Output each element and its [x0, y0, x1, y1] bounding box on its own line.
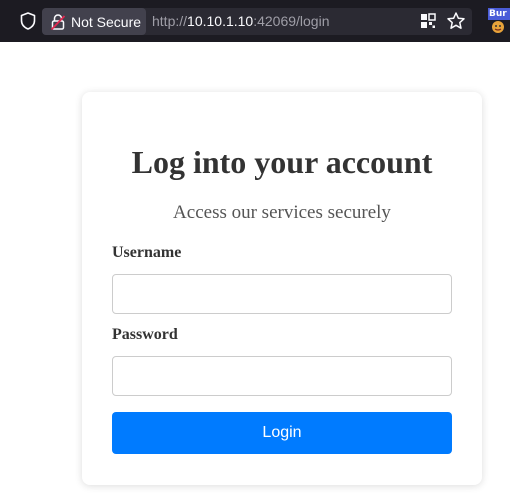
url-host: 10.10.1.10	[187, 13, 254, 29]
address-bar[interactable]: Not Secure http://10.10.1.10:42069/login	[42, 8, 472, 35]
qr-icon[interactable]	[420, 13, 436, 29]
username-label: Username	[112, 244, 182, 261]
browser-toolbar: Not Secure http://10.10.1.10:42069/login…	[0, 0, 510, 42]
password-input[interactable]	[112, 356, 452, 396]
security-indicator[interactable]: Not Secure	[42, 8, 146, 35]
star-icon[interactable]	[446, 11, 466, 31]
extension-label: Bur	[488, 8, 510, 20]
fox-face-icon	[492, 21, 504, 33]
lock-icon	[50, 13, 66, 30]
url-scheme: http://	[152, 13, 188, 29]
security-label: Not Secure	[71, 13, 142, 30]
password-label: Password	[112, 326, 178, 343]
login-card: Log into your account Access our service…	[82, 92, 482, 485]
url-text[interactable]: http://10.10.1.10:42069/login	[152, 13, 330, 29]
burp-extension-icon[interactable]: Bur	[488, 8, 510, 34]
url-path: :42069/login	[253, 13, 330, 29]
username-input[interactable]	[112, 274, 452, 314]
page-title: Log into your account	[131, 144, 433, 180]
login-button[interactable]: Login	[112, 412, 452, 454]
shield-icon[interactable]	[18, 11, 38, 31]
page-subtitle: Access our services securely	[173, 202, 391, 223]
